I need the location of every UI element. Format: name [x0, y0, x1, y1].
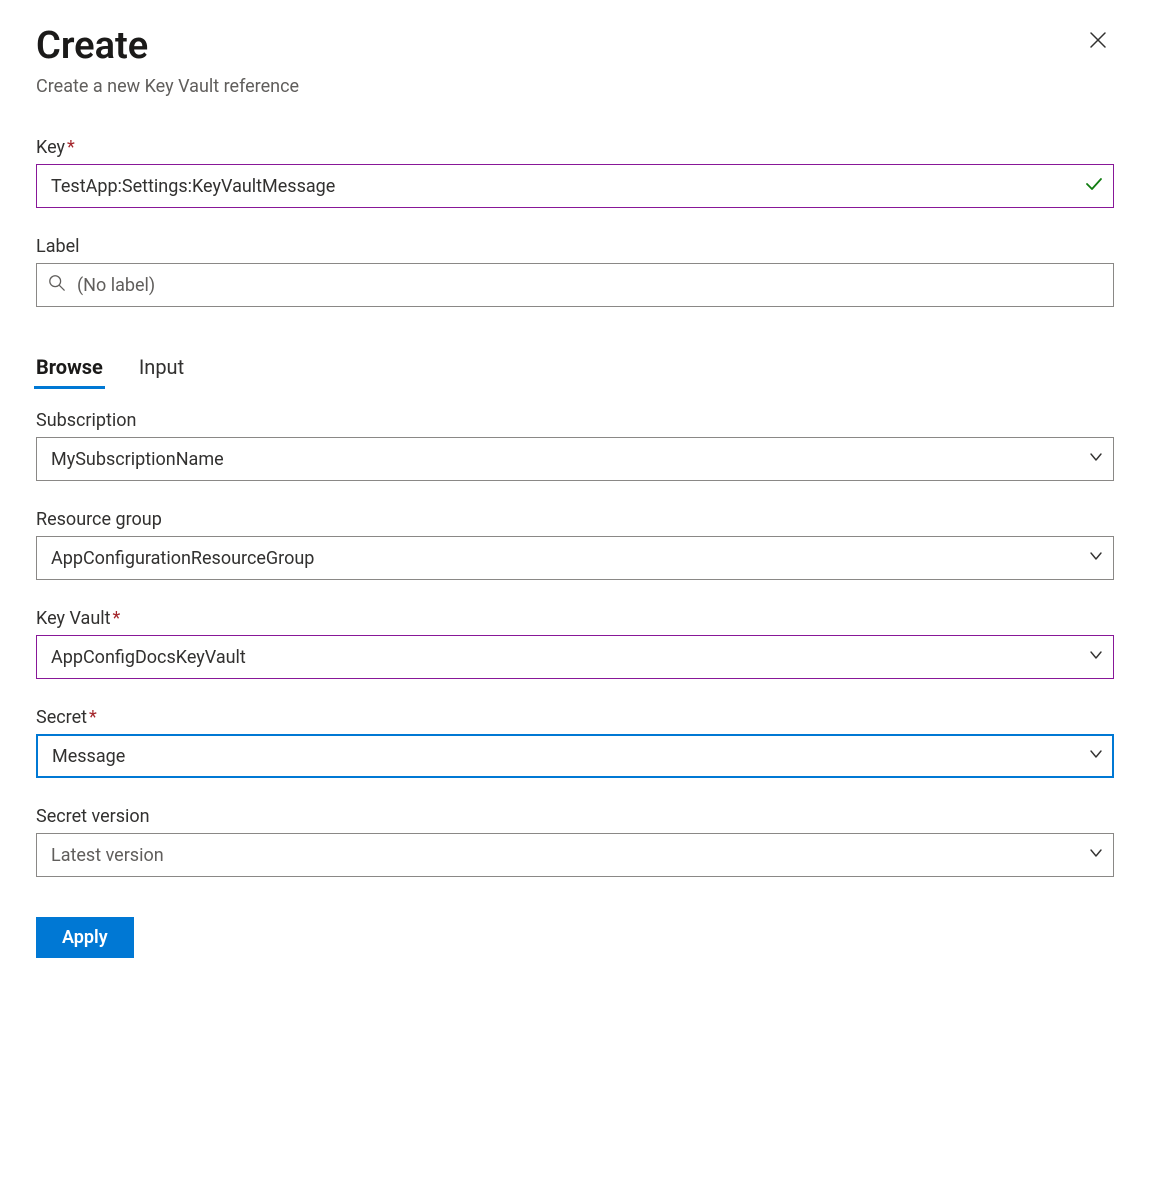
secret-select[interactable]: Message	[36, 734, 1114, 778]
field-resource-group: Resource group AppConfigurationResourceG…	[36, 509, 1114, 580]
panel-header: Create Create a new Key Vault reference	[36, 24, 1114, 97]
field-key-vault: Key Vault* AppConfigDocsKeyVault	[36, 608, 1114, 679]
tabs: Browse Input	[36, 347, 1114, 388]
field-subscription: Subscription MySubscriptionName	[36, 410, 1114, 481]
secret-label-text: Secret	[36, 707, 87, 728]
resource-group-select[interactable]: AppConfigurationResourceGroup	[36, 536, 1114, 580]
field-key: Key*	[36, 137, 1114, 208]
label-input[interactable]	[36, 263, 1114, 307]
required-indicator: *	[89, 707, 97, 728]
key-vault-label: Key Vault*	[36, 608, 1114, 629]
secret-version-select-wrap: Latest version	[36, 833, 1114, 877]
key-label-text: Key	[36, 137, 65, 158]
key-label: Key*	[36, 137, 1114, 158]
subscription-select[interactable]: MySubscriptionName	[36, 437, 1114, 481]
secret-select-wrap: Message	[36, 734, 1114, 778]
label-label: Label	[36, 236, 1114, 257]
secret-version-select[interactable]: Latest version	[36, 833, 1114, 877]
key-vault-select[interactable]: AppConfigDocsKeyVault	[36, 635, 1114, 679]
tab-browse[interactable]: Browse	[36, 347, 103, 387]
secret-version-label: Secret version	[36, 806, 1114, 827]
field-secret-version: Secret version Latest version	[36, 806, 1114, 877]
key-input-wrap	[36, 164, 1114, 208]
secret-label: Secret*	[36, 707, 1114, 728]
label-input-wrap	[36, 263, 1114, 307]
tab-input[interactable]: Input	[139, 347, 184, 387]
close-button[interactable]	[1082, 24, 1114, 56]
resource-group-select-wrap: AppConfigurationResourceGroup	[36, 536, 1114, 580]
page-subtitle: Create a new Key Vault reference	[36, 76, 299, 97]
key-input[interactable]	[36, 164, 1114, 208]
required-indicator: *	[67, 137, 75, 158]
key-vault-select-wrap: AppConfigDocsKeyVault	[36, 635, 1114, 679]
subscription-select-wrap: MySubscriptionName	[36, 437, 1114, 481]
field-label: Label	[36, 236, 1114, 307]
field-secret: Secret* Message	[36, 707, 1114, 778]
apply-button[interactable]: Apply	[36, 917, 134, 958]
resource-group-label: Resource group	[36, 509, 1114, 530]
subscription-label: Subscription	[36, 410, 1114, 431]
page-title: Create	[36, 24, 299, 68]
header-text: Create Create a new Key Vault reference	[36, 24, 299, 97]
close-icon	[1088, 30, 1108, 50]
required-indicator: *	[113, 608, 121, 629]
key-vault-label-text: Key Vault	[36, 608, 111, 629]
